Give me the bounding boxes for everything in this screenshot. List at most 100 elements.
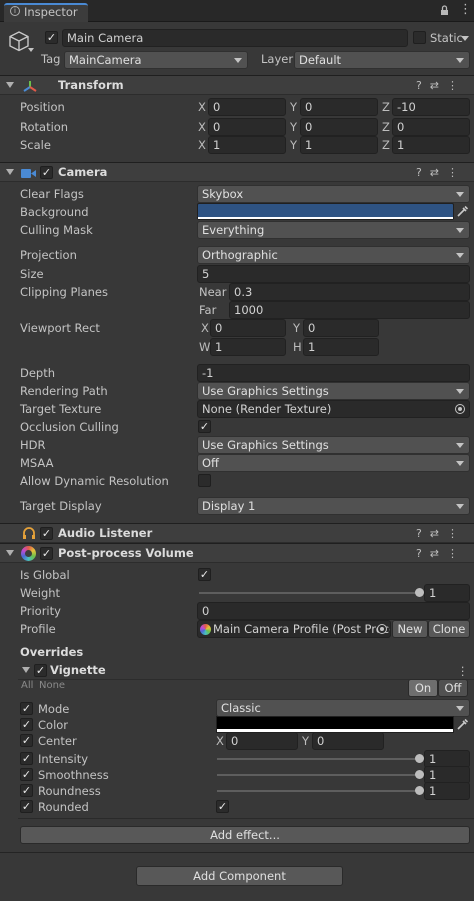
vignette-foldout-icon[interactable] — [22, 667, 30, 673]
center-y-field[interactable]: 0 — [312, 732, 384, 750]
presets-icon[interactable]: ⇄ — [430, 79, 447, 92]
add-effect-button[interactable]: Add effect... — [20, 826, 470, 844]
menu-icon[interactable]: ⋮ — [447, 527, 466, 540]
help-icon[interactable]: ? — [416, 527, 430, 540]
occlusion-culling-checkbox[interactable]: ✓ — [198, 420, 211, 433]
vignette-color-field[interactable] — [216, 716, 454, 733]
depth-field[interactable]: -1 — [197, 364, 470, 382]
mode-override-checkbox[interactable]: ✓ — [20, 702, 33, 715]
intensity-override-checkbox[interactable]: ✓ — [20, 752, 33, 765]
position-z-field[interactable]: -10 — [392, 98, 470, 116]
name-field[interactable]: Main Camera — [62, 29, 408, 47]
transform-header-icons[interactable]: ?⇄⋮ — [416, 78, 466, 94]
lock-icon[interactable] — [440, 5, 449, 15]
position-x-field[interactable]: 0 — [208, 98, 286, 116]
add-component-button[interactable]: Add Component — [136, 866, 343, 886]
static-dropdown-icon[interactable] — [461, 36, 469, 41]
msaa-dropdown[interactable]: Off — [197, 454, 470, 472]
center-x-field[interactable]: 0 — [226, 732, 298, 750]
weight-field[interactable]: 1 — [424, 584, 470, 602]
viewport-x-field[interactable]: 0 — [210, 319, 286, 337]
ppv-enabled-checkbox[interactable]: ✓ — [40, 547, 53, 560]
ppv-header[interactable]: ✓ Post-process Volume ?⇄⋮ — [0, 543, 474, 563]
position-y-field[interactable]: 0 — [300, 98, 378, 116]
culling-mask-dropdown[interactable]: Everything — [197, 221, 470, 239]
color-override-checkbox[interactable]: ✓ — [20, 718, 33, 731]
presets-icon[interactable]: ⇄ — [430, 547, 447, 560]
camera-foldout-icon[interactable] — [6, 169, 14, 175]
viewport-w-field[interactable]: 1 — [210, 338, 286, 356]
help-icon[interactable]: ? — [416, 547, 430, 560]
eyedropper-icon[interactable] — [456, 205, 469, 221]
roundness-slider-knob[interactable] — [414, 786, 424, 795]
presets-icon[interactable]: ⇄ — [430, 527, 447, 540]
transform-header[interactable]: Transform ?⇄⋮ — [0, 75, 474, 95]
object-picker-icon[interactable] — [455, 404, 465, 414]
profile-field[interactable]: Main Camera Profile (Post Proce — [197, 620, 391, 638]
vignette-eyedropper-icon[interactable] — [456, 718, 469, 734]
size-field[interactable]: 5 — [197, 265, 470, 283]
dynamic-resolution-checkbox[interactable] — [198, 474, 211, 487]
weight-slider-knob[interactable] — [414, 588, 424, 597]
cube-dropdown-icon[interactable] — [28, 48, 34, 52]
override-all-link[interactable]: All — [21, 677, 33, 695]
tab-menu-icon[interactable]: ⋮ — [459, 3, 472, 17]
intensity-slider-knob[interactable] — [414, 754, 424, 763]
ppv-header-icons[interactable]: ?⇄⋮ — [416, 546, 466, 562]
rotation-y-field[interactable]: 0 — [300, 118, 378, 136]
scale-x-field[interactable]: 1 — [208, 136, 286, 154]
projection-dropdown[interactable]: Orthographic — [197, 246, 470, 264]
override-none-link[interactable]: None — [39, 677, 65, 695]
is-global-checkbox[interactable]: ✓ — [198, 568, 211, 581]
rounded-checkbox[interactable]: ✓ — [216, 800, 229, 813]
hdr-dropdown[interactable]: Use Graphics Settings — [197, 436, 470, 454]
roundness-slider-track[interactable] — [217, 790, 419, 792]
priority-field[interactable]: 0 — [197, 602, 470, 620]
active-checkbox[interactable]: ✓ — [45, 31, 58, 44]
viewport-y-field[interactable]: 0 — [303, 319, 379, 337]
vignette-menu-icon[interactable]: ⋮ — [457, 662, 469, 680]
rotation-x-field[interactable]: 0 — [208, 118, 286, 136]
clear-flags-dropdown[interactable]: Skybox — [197, 185, 470, 203]
presets-icon[interactable]: ⇄ — [430, 166, 447, 179]
profile-new-button[interactable]: New — [392, 620, 428, 638]
audio-listener-header[interactable]: ✓ Audio Listener ?⇄⋮ — [0, 523, 474, 543]
scale-y-field[interactable]: 1 — [300, 136, 378, 154]
target-texture-field[interactable]: None (Render Texture) — [197, 400, 470, 418]
weight-slider-track[interactable] — [199, 592, 419, 594]
background-color-field[interactable] — [197, 203, 454, 220]
scale-z-field[interactable]: 1 — [392, 136, 470, 154]
tab-inspector[interactable]: i Inspector — [4, 3, 88, 22]
ppv-foldout-icon[interactable] — [6, 550, 14, 556]
far-field[interactable]: 1000 — [229, 301, 470, 319]
camera-enabled-checkbox[interactable]: ✓ — [40, 166, 53, 179]
target-display-dropdown[interactable]: Display 1 — [197, 497, 470, 515]
audio-listener-enabled-checkbox[interactable]: ✓ — [40, 527, 53, 540]
audio-header-icons[interactable]: ?⇄⋮ — [416, 526, 466, 542]
smoothness-override-checkbox[interactable]: ✓ — [20, 768, 33, 781]
profile-picker-icon[interactable] — [377, 624, 387, 634]
center-override-checkbox[interactable]: ✓ — [20, 734, 33, 747]
static-checkbox[interactable] — [413, 31, 426, 44]
roundness-override-checkbox[interactable]: ✓ — [20, 784, 33, 797]
help-icon[interactable]: ? — [416, 166, 430, 179]
camera-header-icons[interactable]: ?⇄⋮ — [416, 165, 466, 181]
help-icon[interactable]: ? — [416, 79, 430, 92]
near-field[interactable]: 0.3 — [229, 283, 470, 301]
vignette-on-button[interactable]: On — [408, 679, 438, 697]
vignette-enabled-checkbox[interactable]: ✓ — [34, 664, 47, 677]
mode-dropdown[interactable]: Classic — [216, 699, 470, 717]
camera-header[interactable]: ✓ Camera ?⇄⋮ — [0, 162, 474, 182]
tag-dropdown[interactable]: MainCamera — [64, 51, 248, 69]
profile-clone-button[interactable]: Clone — [428, 620, 470, 638]
rounded-override-checkbox[interactable]: ✓ — [20, 800, 33, 813]
rotation-z-field[interactable]: 0 — [392, 118, 470, 136]
vignette-off-button[interactable]: Off — [438, 679, 468, 697]
smoothness-slider-knob[interactable] — [414, 770, 424, 779]
viewport-h-field[interactable]: 1 — [303, 338, 379, 356]
rendering-path-dropdown[interactable]: Use Graphics Settings — [197, 382, 470, 400]
intensity-slider-track[interactable] — [217, 758, 419, 760]
menu-icon[interactable]: ⋮ — [447, 166, 466, 179]
layer-dropdown[interactable]: Default — [294, 51, 470, 69]
transform-foldout-icon[interactable] — [6, 82, 14, 88]
